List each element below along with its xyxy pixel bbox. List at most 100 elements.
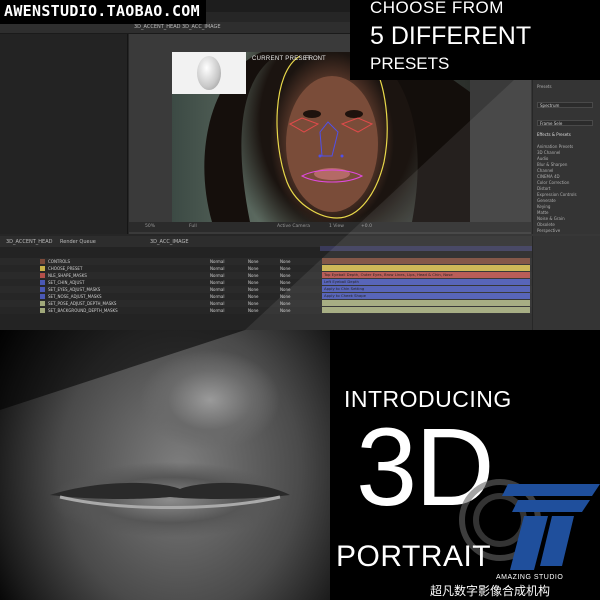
layer-color-swatch[interactable] bbox=[40, 259, 45, 264]
layer-color-swatch[interactable] bbox=[40, 266, 45, 271]
layer-name[interactable]: NLE_SHAPE_MASKS bbox=[48, 272, 87, 279]
blend-mode-dropdown[interactable]: Normal bbox=[210, 272, 224, 279]
track-matte-dropdown[interactable]: None bbox=[248, 293, 258, 300]
layer-duration-bar[interactable] bbox=[322, 265, 530, 271]
parent-dropdown[interactable]: None bbox=[280, 272, 290, 279]
effect-item[interactable]: Color Correction bbox=[537, 180, 569, 185]
track-matte-dropdown[interactable]: None bbox=[248, 300, 258, 307]
layer-duration-bar[interactable]: Top Eyeball Depth, Outer Eyes, Brow Line… bbox=[322, 272, 530, 278]
layer-bar-label: Left Eyeball Depth bbox=[324, 279, 359, 284]
effect-item[interactable]: CINEMA 4D bbox=[537, 174, 560, 179]
blend-mode-dropdown[interactable]: Normal bbox=[210, 286, 224, 293]
layer-bar-label: Top Eyeball Depth, Outer Eyes, Brow Line… bbox=[324, 272, 453, 277]
blend-mode-dropdown[interactable]: Normal bbox=[210, 279, 224, 286]
zoom-dropdown[interactable]: 50% bbox=[145, 224, 155, 229]
parent-dropdown[interactable]: None bbox=[280, 293, 290, 300]
effect-item[interactable]: Generate bbox=[537, 198, 556, 203]
layer-duration-bar[interactable]: Left Eyeball Depth bbox=[322, 279, 530, 285]
effect-item[interactable]: Obsolete bbox=[537, 222, 555, 227]
comp-tab[interactable]: 3D_ACC_IMAGE bbox=[182, 24, 221, 30]
time-ruler[interactable] bbox=[320, 246, 532, 251]
logo-caption: AMAZING STUDIO bbox=[496, 574, 564, 581]
blend-mode-dropdown[interactable]: Normal bbox=[210, 300, 224, 307]
track-matte-dropdown[interactable]: None bbox=[248, 258, 258, 265]
layer-name[interactable]: SET_BACKGROUND_DEPTH_MASKS bbox=[48, 307, 118, 314]
comp-tab[interactable]: 3D_ACCENT_HEAD bbox=[134, 24, 181, 30]
blend-mode-dropdown[interactable]: Normal bbox=[210, 307, 224, 314]
effect-item[interactable]: Channel bbox=[537, 168, 553, 173]
track-matte-dropdown[interactable]: None bbox=[248, 286, 258, 293]
blend-mode-dropdown[interactable]: Normal bbox=[210, 265, 224, 272]
diagonal-shadow bbox=[0, 330, 245, 410]
track-matte-dropdown[interactable]: None bbox=[248, 279, 258, 286]
effect-item[interactable]: Noise & Grain bbox=[537, 216, 565, 221]
layer-name[interactable]: SET_EYES_ADJUST_MASKS bbox=[48, 286, 100, 293]
layer-color-swatch[interactable] bbox=[40, 294, 45, 299]
callout-line-1: CHOOSE FROM bbox=[370, 0, 504, 17]
parent-dropdown[interactable]: None bbox=[280, 307, 290, 314]
layer-row[interactable]: SET_NOSE_ADJUST_MASKS Normal None None Apply… bbox=[0, 293, 532, 300]
layer-name[interactable]: CHOOSE_PRESET bbox=[48, 265, 82, 272]
layer-row[interactable]: CONTROLS Normal None None bbox=[0, 258, 532, 265]
view-layout-dropdown[interactable]: 1 View bbox=[329, 224, 344, 229]
timeline-tab[interactable]: 3D_ACC_IMAGE bbox=[150, 239, 189, 245]
timeline-tab[interactable]: Render Queue bbox=[60, 239, 96, 245]
layer-name[interactable]: SET_POSE_ADJUST_DEPTH_MASKS bbox=[48, 300, 116, 307]
parent-dropdown[interactable]: None bbox=[280, 258, 290, 265]
callout-line-3: PRESETS bbox=[370, 54, 450, 73]
layer-duration-bar[interactable] bbox=[322, 300, 530, 306]
preset-field[interactable]: Spectrum bbox=[537, 102, 593, 108]
layer-bar-label: Apply to Chin Setting bbox=[324, 286, 365, 291]
paragraph-panel bbox=[532, 236, 600, 330]
track-matte-dropdown[interactable]: None bbox=[248, 307, 258, 314]
layer-bar-label: Apply to Cheek Shape bbox=[324, 293, 366, 298]
blend-mode-dropdown[interactable]: Normal bbox=[210, 293, 224, 300]
layer-color-swatch[interactable] bbox=[40, 287, 45, 292]
effect-item[interactable]: Keying bbox=[537, 204, 550, 209]
presets-header: Presets bbox=[537, 84, 552, 89]
effect-item[interactable]: Perspective bbox=[537, 228, 560, 233]
track-matte-dropdown[interactable]: None bbox=[248, 265, 258, 272]
layer-name[interactable]: CONTROLS bbox=[48, 258, 70, 265]
store-watermark: AWENSTUDIO.TAOBAO.COM bbox=[0, 0, 206, 24]
layer-row[interactable]: SET_POSE_ADJUST_DEPTH_MASKS Normal None Non… bbox=[0, 300, 532, 307]
layer-row[interactable]: SET_EYES_ADJUST_MASKS Normal None None Apply… bbox=[0, 286, 532, 293]
layer-color-swatch[interactable] bbox=[40, 280, 45, 285]
chinese-brand-text: 超凡数字影像合成机构 bbox=[430, 584, 551, 598]
effect-item[interactable]: Distort bbox=[537, 186, 551, 191]
portrait-text: PORTRAIT bbox=[336, 540, 492, 573]
layer-name[interactable]: SET_NOSE_ADJUST_MASKS bbox=[48, 293, 102, 300]
resolution-dropdown[interactable]: Full bbox=[189, 224, 197, 229]
timeline-tab[interactable]: 3D_ACCENT_HEAD bbox=[6, 239, 53, 245]
effect-item[interactable]: Audio bbox=[537, 156, 548, 161]
effect-item[interactable]: 3D Channel bbox=[537, 150, 560, 155]
layer-row[interactable]: SET_CHIN_ADJUST Normal None None Left Eyebal… bbox=[0, 279, 532, 286]
layer-duration-bar[interactable] bbox=[322, 258, 530, 264]
layer-color-swatch[interactable] bbox=[40, 301, 45, 306]
layer-duration-bar[interactable] bbox=[322, 307, 530, 313]
track-matte-dropdown[interactable]: None bbox=[248, 272, 258, 279]
layer-duration-bar[interactable]: Apply to Cheek Shape bbox=[322, 293, 530, 299]
layer-row[interactable]: SET_BACKGROUND_DEPTH_MASKS Normal None None bbox=[0, 307, 532, 314]
parent-dropdown[interactable]: None bbox=[280, 300, 290, 307]
parent-dropdown[interactable]: None bbox=[280, 279, 290, 286]
blend-mode-dropdown[interactable]: Normal bbox=[210, 258, 224, 265]
camera-dropdown[interactable]: Active Camera bbox=[277, 224, 310, 229]
effects-header: Effects & Presets bbox=[537, 132, 571, 137]
effect-item[interactable]: Animation Presets bbox=[537, 144, 573, 149]
parent-dropdown[interactable]: None bbox=[280, 286, 290, 293]
view-label: FRONT bbox=[305, 56, 326, 62]
layer-row[interactable]: CHOOSE_PRESET Normal None None bbox=[0, 265, 532, 272]
parent-dropdown[interactable]: None bbox=[280, 265, 290, 272]
frame-field[interactable]: Frame Sele bbox=[537, 120, 593, 126]
comp-toolbar: 50% Full Active Camera 1 View +0.0 bbox=[129, 222, 531, 232]
effect-item[interactable]: Expression Controls bbox=[537, 192, 577, 197]
exposure-value[interactable]: +0.0 bbox=[361, 224, 372, 229]
layer-color-swatch[interactable] bbox=[40, 273, 45, 278]
layer-duration-bar[interactable]: Apply to Chin Setting bbox=[322, 286, 530, 292]
layer-name[interactable]: SET_CHIN_ADJUST bbox=[48, 279, 84, 286]
effect-item[interactable]: Matte bbox=[537, 210, 549, 215]
effect-item[interactable]: Blur & Sharpen bbox=[537, 162, 567, 167]
layer-row[interactable]: NLE_SHAPE_MASKS Normal None None Top Eyeball… bbox=[0, 272, 532, 279]
layer-color-swatch[interactable] bbox=[40, 308, 45, 313]
